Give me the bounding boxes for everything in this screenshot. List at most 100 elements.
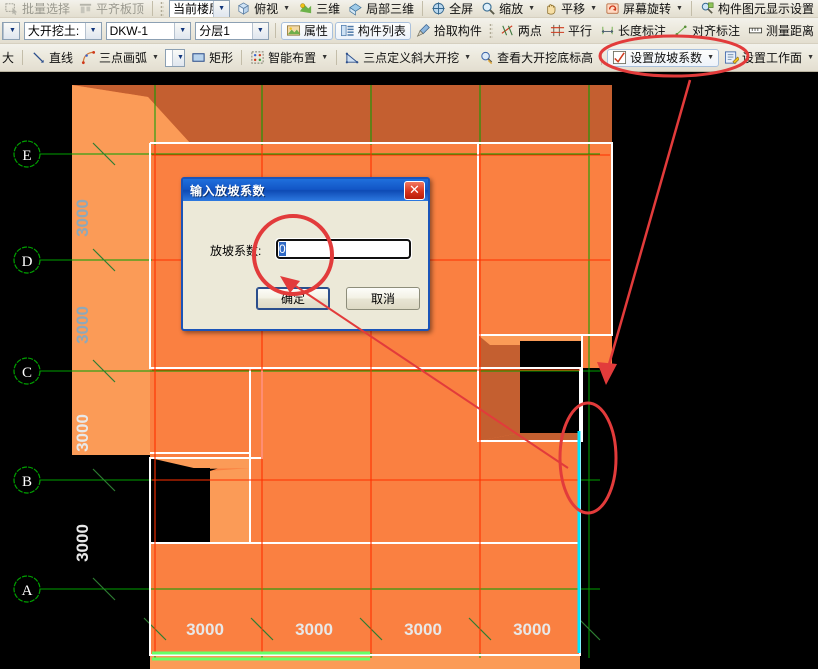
component-prefix-combo[interactable]: ▼ [2,21,20,40]
toolbar-item-three-point-arc[interactable]: 三点画弧 ▼ [77,44,163,71]
toolbar-label: 三点定义斜大开挖 [363,50,460,65]
dialog-title-bar[interactable]: 输入放坡系数 ✕ [183,179,428,201]
toolbar-label: 批量选择 [22,1,71,16]
chevron-down-icon[interactable]: ▼ [321,54,328,61]
toolbar-item-component-list[interactable]: 构件列表 [334,21,411,40]
toolbar-item-two-point[interactable]: 两点 [496,18,546,43]
toolbar-label: 设置放坡系数 [630,50,703,65]
measure-distance-icon [748,27,762,34]
toolbar-label: 平移 [561,1,586,16]
element-display-settings-icon [701,2,714,14]
grid-bubble-C[interactable]: C [13,357,41,385]
chevron-down-icon[interactable]: ▼ [174,22,191,39]
grid-bubble-E[interactable]: E [13,140,41,168]
component-name-combo[interactable]: DKW-1 ▼ [105,21,192,40]
chevron-down-icon[interactable]: ▼ [807,54,814,61]
toolbar-item-parallel[interactable]: 平行 [546,18,596,43]
toolbar-item-align-slab-top[interactable]: 平齐板顶 [74,0,148,17]
cancel-button[interactable]: 取消 [346,287,420,310]
toolbar-label: 对齐标注 [691,23,740,38]
application-window: 批量选择 平齐板顶 当前楼层 ▼ 俯视 ▼ [0,0,818,669]
component-type-value: 大开挖土: [27,23,80,38]
toolbar-item-set-slope-coefficient[interactable]: 设置放坡系数 ▼ [607,48,720,67]
toolbar-overflow-label: 大 [2,50,15,65]
parallel-icon [550,24,564,37]
toolbar-label: 屏幕旋转 [623,1,672,16]
component-list-icon [340,24,354,37]
chevron-down-icon[interactable]: ▼ [676,5,683,12]
toolbar-label: 俯视 [254,1,279,16]
fullscreen-icon [432,2,445,15]
toolbar-item-element-display-settings[interactable]: 构件图元显示设置 [696,0,818,17]
dialog-title: 输入放坡系数 [190,183,266,198]
toolbar-label: 构件列表 [357,23,406,38]
toolbar-item-line[interactable]: 直线 [27,44,77,71]
chevron-down-icon[interactable]: ▼ [3,22,19,39]
toolbar-item-zoom[interactable]: 缩放 ▼ [477,0,539,17]
shape-combo[interactable]: ▼ [164,48,186,67]
toolbar-item-three-point-slope-excavation[interactable]: 三点定义斜大开挖 ▼ [341,44,475,71]
chevron-down-icon[interactable]: ▼ [251,22,268,39]
toolbar-label: 三维 [316,1,341,16]
toolbar-item-three-d[interactable]: 三维 [294,0,344,17]
chevron-down-icon[interactable]: ▼ [590,5,597,12]
toolbar-item-partial-three-d[interactable]: 局部三维 [344,0,418,17]
chevron-down-icon[interactable]: ▼ [707,54,714,61]
grid-label: D [22,254,33,270]
set-slope-coefficient-icon [613,50,627,65]
chevron-down-icon[interactable]: ▼ [171,49,185,66]
toolbar-item-align-dimension[interactable]: 对齐标注 [670,18,744,43]
chevron-down-icon[interactable]: ▼ [528,5,535,12]
layer-value: 分层1 [199,23,230,38]
grid-bubble-D[interactable]: D [13,246,41,274]
toolbar-item-pan[interactable]: 平移 ▼ [539,0,601,17]
three-point-slope-excavation-icon [345,52,359,64]
toolbar-label: 矩形 [209,50,234,65]
toolbar-separator [274,23,276,38]
grid-bubble-A[interactable]: A [13,575,41,603]
toolbar-item-fullscreen[interactable]: 全屏 [427,0,477,17]
view-excavation-bottom-elevation-icon [481,51,493,65]
grid-label: B [22,474,32,490]
toolbar-item-top-view[interactable]: 俯视 ▼ [232,0,294,17]
toolbar-item-set-working-face[interactable]: 设置工作面 ▼ [720,44,818,71]
chevron-down-icon[interactable]: ▼ [464,54,471,61]
dimension-text: 3000 [73,524,92,562]
grid-bubble-B[interactable]: B [13,466,41,494]
current-floor-combo[interactable]: 当前楼层 ▼ [169,0,231,17]
toolbar-item-rectangle[interactable]: 矩形 [187,44,237,71]
toolbar-item-overflow[interactable]: 大 [0,44,18,71]
dimension-text: 3000 [73,199,92,237]
chevron-down-icon[interactable]: ▼ [84,22,101,39]
layer-combo[interactable]: 分层1 ▼ [195,21,269,40]
chevron-down-icon[interactable]: ▼ [152,54,159,61]
toolbar-item-batch-select[interactable]: 批量选择 [0,0,74,17]
component-type-combo[interactable]: 大开挖土: ▼ [23,21,102,40]
ok-button[interactable]: 确定 [256,287,330,310]
toolbar-separator [690,1,692,16]
slope-coefficient-input[interactable] [275,238,412,260]
toolbar-gripper[interactable] [160,0,165,17]
grid-bubbles: E D C B A [13,140,41,603]
slope-coefficient-dialog[interactable]: 输入放坡系数 ✕ 放坡系数: 确定 取消 [181,177,430,331]
toolbar-item-length-dimension[interactable]: 长度标注 [596,18,670,43]
top-view-icon [238,2,250,15]
toolbar-item-screen-rotate[interactable]: 屏幕旋转 ▼ [601,0,687,17]
toolbar-label: 局部三维 [366,1,415,16]
toolbar-item-properties[interactable]: 属性 [280,21,333,40]
chevron-down-icon[interactable]: ▼ [213,0,230,17]
toolbar-item-view-excavation-bottom-elevation[interactable]: 查看大开挖底标高 [475,44,597,71]
toolbar-item-pick-component[interactable]: 拾取构件 [412,18,486,43]
toolbar-label: 拾取构件 [433,23,482,38]
partial-three-d-icon [349,3,362,16]
toolbar-item-measure-distance[interactable]: 测量距离 [744,18,818,43]
drawing-canvas[interactable]: E D C B A 3000 3000 3000 3000 3000 3000 … [0,73,818,669]
toolbar-gripper[interactable] [488,22,493,39]
toolbar-label: 三点画弧 [99,50,148,65]
toolbar-label: 属性 [303,23,328,38]
close-icon[interactable]: ✕ [404,180,425,200]
two-point-icon [501,25,513,36]
dimension-text: 3000 [404,620,442,639]
chevron-down-icon[interactable]: ▼ [283,5,290,12]
toolbar-item-smart-layout[interactable]: 智能布置 ▼ [246,44,332,71]
